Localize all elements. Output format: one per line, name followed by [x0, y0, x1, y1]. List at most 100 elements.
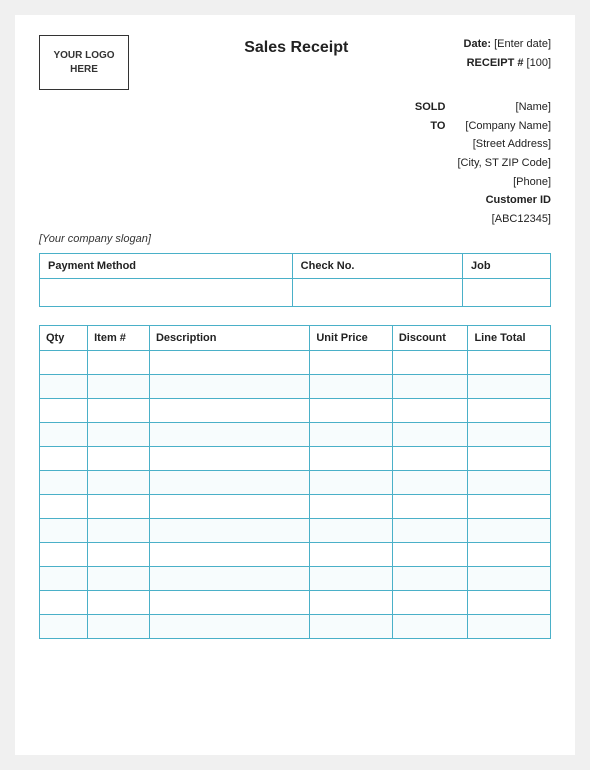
date-row: Date: [Enter date] — [464, 35, 551, 54]
table-cell — [40, 494, 88, 518]
table-cell — [88, 542, 150, 566]
table-cell — [310, 566, 392, 590]
table-cell — [88, 614, 150, 638]
table-cell — [149, 398, 309, 422]
price-header: Unit Price — [310, 325, 392, 350]
table-cell — [468, 494, 551, 518]
table-cell — [468, 542, 551, 566]
table-row — [40, 518, 551, 542]
table-cell — [468, 470, 551, 494]
table-cell — [88, 350, 150, 374]
table-cell — [310, 446, 392, 470]
item-header: Item # — [88, 325, 150, 350]
table-cell — [88, 590, 150, 614]
table-cell — [468, 398, 551, 422]
table-cell — [310, 614, 392, 638]
sold-to-values: [Name] [Company Name] [Street Address] [… — [457, 98, 551, 229]
table-cell — [392, 422, 468, 446]
sold-street: [Street Address] — [457, 135, 551, 154]
table-row — [40, 350, 551, 374]
table-cell — [392, 494, 468, 518]
table-cell — [88, 398, 150, 422]
table-cell — [392, 446, 468, 470]
sold-name: [Name] — [457, 98, 551, 117]
table-cell — [310, 350, 392, 374]
table-cell — [40, 374, 88, 398]
table-cell — [88, 494, 150, 518]
table-cell — [310, 398, 392, 422]
payment-method-header: Payment Method — [40, 253, 293, 278]
table-row — [40, 374, 551, 398]
table-cell — [149, 350, 309, 374]
desc-header: Description — [149, 325, 309, 350]
job-header: Job — [463, 253, 551, 278]
table-cell — [310, 494, 392, 518]
sold-customer-id-label: Customer ID — [457, 191, 551, 210]
table-cell — [88, 566, 150, 590]
table-cell — [149, 494, 309, 518]
receipt-value: [100] — [527, 57, 551, 69]
table-cell — [40, 566, 88, 590]
table-cell — [310, 422, 392, 446]
table-cell — [468, 422, 551, 446]
total-header: Line Total — [468, 325, 551, 350]
table-cell — [40, 350, 88, 374]
qty-header: Qty — [40, 325, 88, 350]
table-cell — [40, 398, 88, 422]
table-cell — [40, 446, 88, 470]
table-cell — [392, 590, 468, 614]
table-cell — [310, 590, 392, 614]
table-cell — [40, 422, 88, 446]
sold-to-section: SOLD TO [Name] [Company Name] [Street Ad… — [39, 98, 551, 229]
check-no-cell — [292, 278, 462, 306]
table-cell — [149, 518, 309, 542]
table-cell — [149, 374, 309, 398]
table-cell — [392, 614, 468, 638]
table-cell — [468, 566, 551, 590]
sold-to-label: SOLD TO — [415, 98, 446, 229]
job-cell — [463, 278, 551, 306]
table-cell — [40, 590, 88, 614]
sold-phone: [Phone] — [457, 173, 551, 192]
date-value: [Enter date] — [494, 38, 551, 50]
page-title: Sales Receipt — [129, 39, 464, 57]
table-cell — [468, 350, 551, 374]
table-cell — [468, 446, 551, 470]
table-cell — [149, 566, 309, 590]
table-cell — [310, 374, 392, 398]
header: YOUR LOGO HERE Sales Receipt Date: [Ente… — [39, 35, 551, 90]
payment-method-cell — [40, 278, 293, 306]
table-cell — [88, 470, 150, 494]
check-no-header: Check No. — [292, 253, 462, 278]
payment-method-table: Payment Method Check No. Job — [39, 253, 551, 307]
sold-customer-id-value: [ABC12345] — [457, 210, 551, 229]
items-table: Qty Item # Description Unit Price Discou… — [39, 325, 551, 639]
table-row — [40, 470, 551, 494]
table-cell — [149, 542, 309, 566]
discount-header: Discount — [392, 325, 468, 350]
table-cell — [40, 470, 88, 494]
receipt-page: YOUR LOGO HERE Sales Receipt Date: [Ente… — [15, 15, 575, 755]
company-slogan: [Your company slogan] — [39, 233, 551, 245]
table-cell — [149, 446, 309, 470]
table-cell — [392, 398, 468, 422]
sold-company: [Company Name] — [457, 117, 551, 136]
payment-row — [40, 278, 551, 306]
table-cell — [40, 542, 88, 566]
receipt-row: RECEIPT # [100] — [464, 54, 551, 73]
table-row — [40, 494, 551, 518]
title-section: Sales Receipt — [129, 35, 464, 57]
table-cell — [392, 542, 468, 566]
table-cell — [468, 590, 551, 614]
table-cell — [149, 470, 309, 494]
table-row — [40, 398, 551, 422]
top-right-info: Date: [Enter date] RECEIPT # [100] — [464, 35, 551, 72]
date-label: Date: — [464, 38, 492, 50]
table-cell — [310, 542, 392, 566]
receipt-label: RECEIPT # — [467, 57, 524, 69]
table-row — [40, 446, 551, 470]
table-cell — [392, 566, 468, 590]
table-cell — [149, 422, 309, 446]
table-cell — [310, 470, 392, 494]
table-cell — [392, 350, 468, 374]
